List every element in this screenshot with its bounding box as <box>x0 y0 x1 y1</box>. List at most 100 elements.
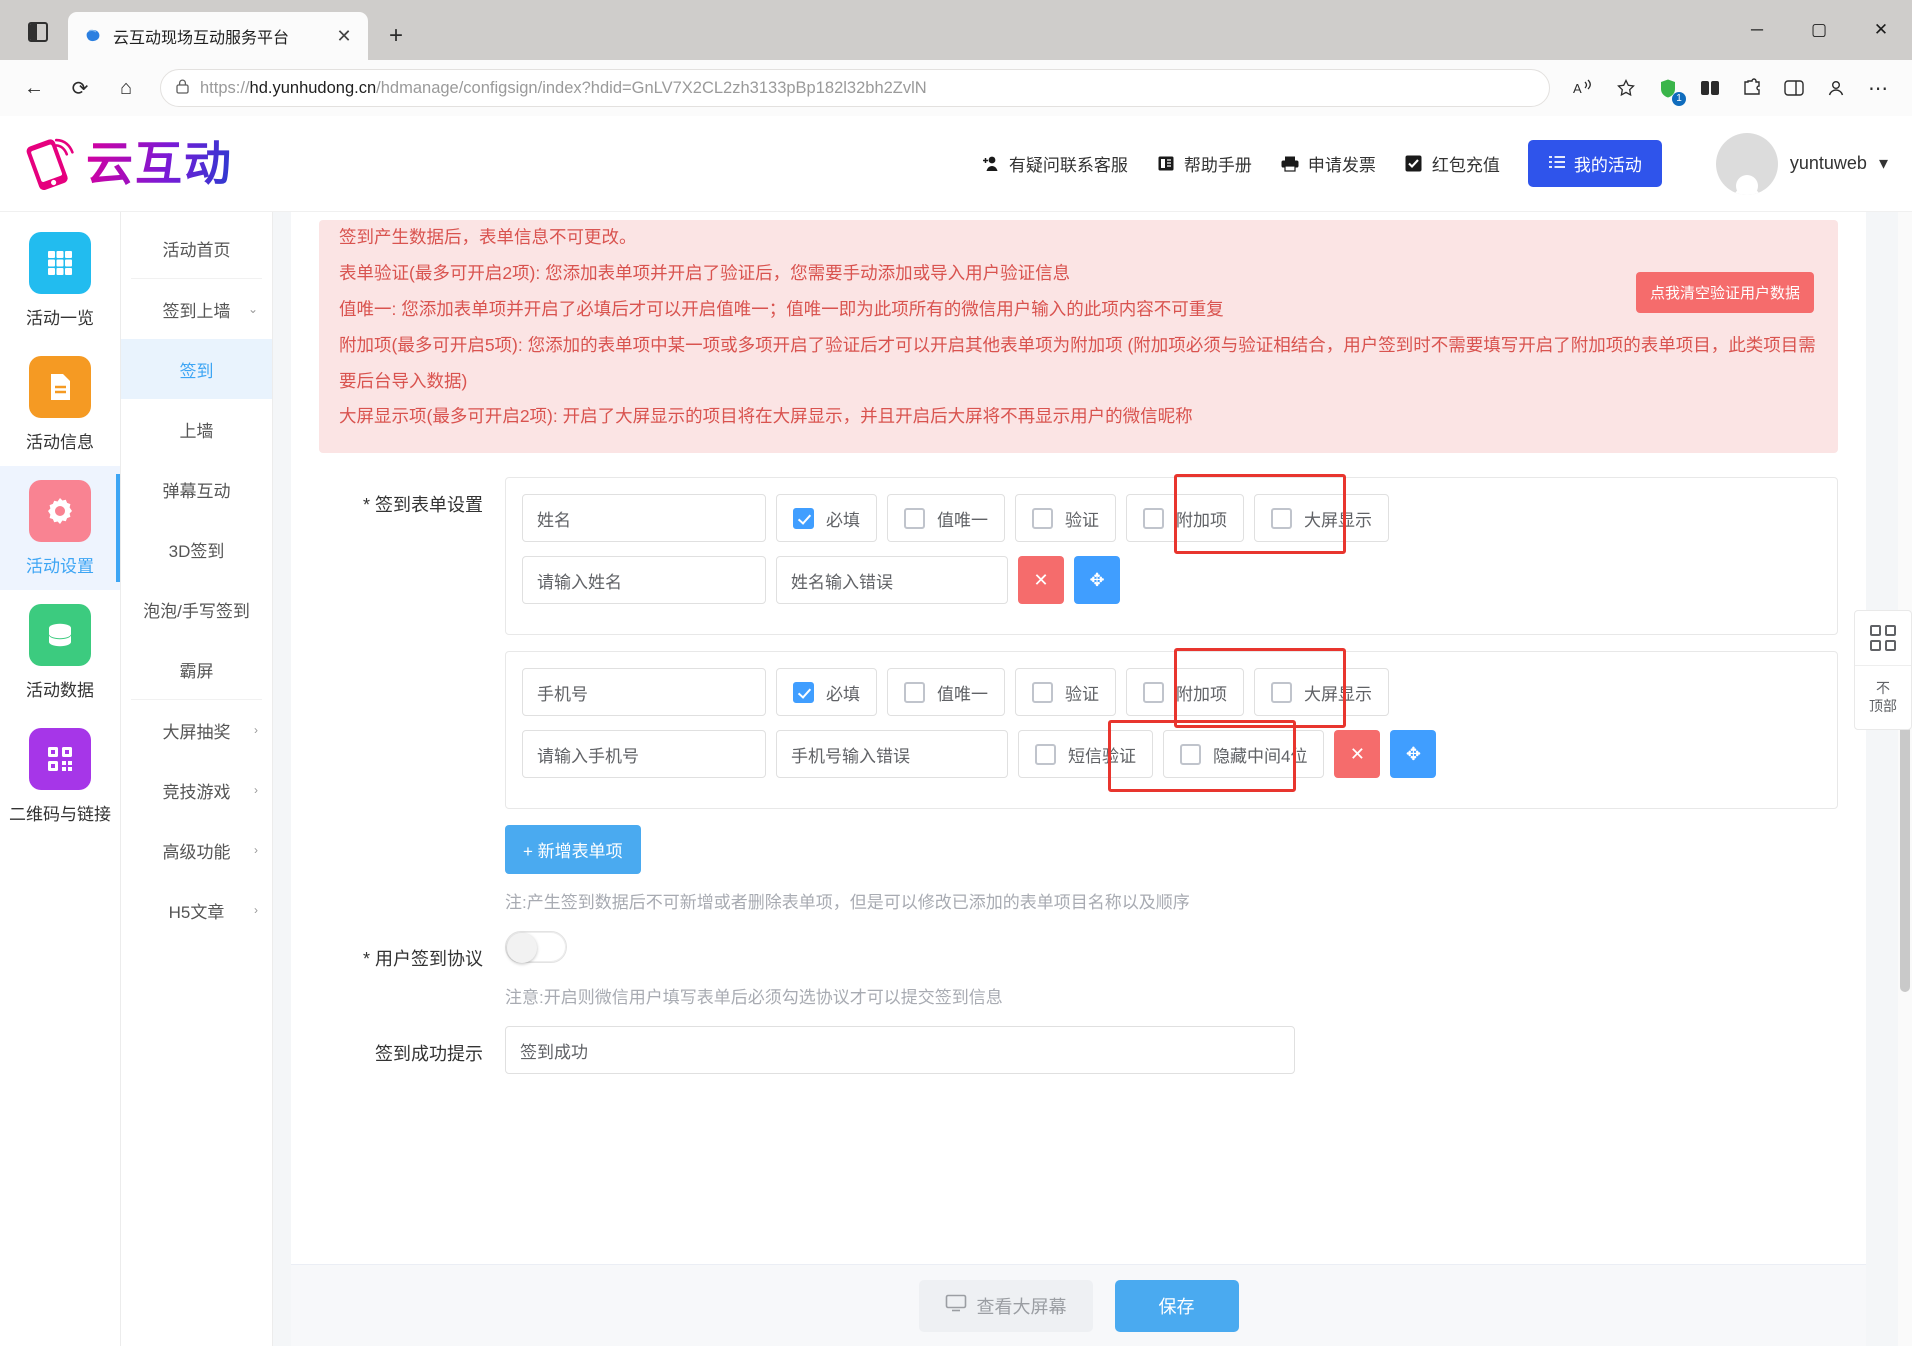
checkbox-unique-value[interactable]: 值唯一 <box>887 494 1005 542</box>
checkbox-extra-item[interactable]: 附加项 <box>1126 494 1244 542</box>
field-placeholder-input[interactable]: 请输入姓名 <box>522 556 766 604</box>
field-placeholder-input[interactable]: 请输入手机号 <box>522 730 766 778</box>
submenu-item-signin[interactable]: 签到 <box>121 339 272 399</box>
sidebar-item-activity-data[interactable]: 活动数据 <box>0 590 120 714</box>
checkbox-hide-middle-4-digits[interactable]: 隐藏中间4位 <box>1163 730 1324 778</box>
move-item-button[interactable]: ✥ <box>1390 730 1436 778</box>
checkbox-unique-value[interactable]: 值唯一 <box>887 668 1005 716</box>
header-nav-label: 红包充值 <box>1432 151 1500 176</box>
submenu-item-wall[interactable]: 上墙 <box>121 399 272 459</box>
field-error-message-input[interactable]: 姓名输入错误 <box>776 556 1008 604</box>
checkbox-bigscreen-display[interactable]: 大屏显示 <box>1254 494 1389 542</box>
submenu-label: 大屏抽奖 <box>163 718 231 743</box>
toolbar-right-icons: A 1 ⋯ <box>1564 68 1898 108</box>
header-nav-item-redpacket-recharge[interactable]: 红包充值 <box>1404 151 1500 176</box>
app-logo[interactable]: 云互动 <box>18 135 280 193</box>
header-nav-item-customer-service[interactable]: 有疑问联系客服 <box>981 151 1128 176</box>
header-nav-item-invoice[interactable]: 申请发票 <box>1280 151 1376 176</box>
page-scrollbar[interactable] <box>1898 212 1912 1346</box>
checkbox-verify[interactable]: 验证 <box>1015 668 1116 716</box>
submenu-item-advanced-features[interactable]: 高级功能 › <box>121 820 272 880</box>
window-close-button[interactable]: ✕ <box>1850 0 1912 60</box>
database-icon <box>29 604 91 666</box>
chevron-down-icon: ▾ <box>1879 153 1888 174</box>
field-name-input[interactable]: 手机号 <box>522 668 766 716</box>
document-icon <box>29 356 91 418</box>
my-activity-button[interactable]: 我的活动 <box>1528 140 1662 187</box>
delete-item-button[interactable]: ✕ <box>1018 556 1064 604</box>
browser-window: 云互动现场互动服务平台 ✕ + ─ ▢ ✕ ← ⟳ ⌂ https://hd.y… <box>0 0 1912 1346</box>
submenu-item-bubble-handwrite[interactable]: 泡泡/手写签到 <box>121 579 272 639</box>
save-button[interactable]: 保存 <box>1115 1280 1239 1332</box>
new-tab-button[interactable]: + <box>378 18 414 54</box>
shield-extension-icon[interactable]: 1 <box>1648 68 1688 108</box>
submenu-label: 签到上墙 <box>163 297 231 322</box>
checkbox-label: 短信验证 <box>1068 742 1136 767</box>
back-to-top-button[interactable]: 不 顶部 <box>1855 665 1911 729</box>
scrollbar-thumb[interactable] <box>1900 692 1910 992</box>
split-screen-icon[interactable] <box>1774 68 1814 108</box>
field-name-input[interactable]: 姓名 <box>522 494 766 542</box>
sidebar-item-activity-settings[interactable]: 活动设置 <box>0 466 120 590</box>
form-area: * 签到表单设置 姓名 必填 <box>291 453 1866 1074</box>
add-form-item-hint: 注:产生签到数据后不可新增或者删除表单项，但是可以修改已添加的表单项目名称以及顺… <box>505 888 1838 913</box>
sidebar-item-activity-info[interactable]: 活动信息 <box>0 342 120 466</box>
layout-grid-button[interactable] <box>1855 611 1911 665</box>
home-icon[interactable]: ⌂ <box>106 68 146 108</box>
sidebar-panel-icon <box>28 22 48 42</box>
checkbox-label: 附加项 <box>1176 680 1227 705</box>
submenu-item-signin-wall[interactable]: 签到上墙 ⌄ <box>121 279 272 339</box>
agreement-toggle[interactable] <box>505 931 567 963</box>
header-nav-item-help-manual[interactable]: 帮助手册 <box>1156 151 1252 176</box>
browser-tab[interactable]: 云互动现场互动服务平台 ✕ <box>68 12 368 60</box>
checkbox-verify[interactable]: 验证 <box>1015 494 1116 542</box>
window-maximize-button[interactable]: ▢ <box>1788 0 1850 60</box>
logo-text: 云互动 <box>86 140 233 187</box>
check-square-icon <box>1404 154 1424 174</box>
read-aloud-icon[interactable]: A <box>1564 68 1604 108</box>
add-user-icon <box>981 154 1001 174</box>
form-items-container: 姓名 必填 值唯一 <box>505 477 1838 913</box>
success-tip-body: 签到成功 <box>505 1026 1838 1074</box>
submenu-item-bigscreen-lottery[interactable]: 大屏抽奖 › <box>121 700 272 760</box>
floating-tools-panel: 不 顶部 <box>1854 610 1912 730</box>
shield-badge-count: 1 <box>1672 92 1686 106</box>
extensions-icon[interactable] <box>1732 68 1772 108</box>
checkbox-required[interactable]: 必填 <box>776 494 877 542</box>
add-form-item-button[interactable]: + 新增表单项 <box>505 825 641 874</box>
checkbox-bigscreen-display[interactable]: 大屏显示 <box>1254 668 1389 716</box>
footer-action-bar: 查看大屏幕 保存 <box>291 1264 1866 1346</box>
tab-actions-button[interactable] <box>16 10 60 54</box>
notice-line-2: 值唯一: 您添加表单项并开启了必填后才可以开启值唯一；值唯一即为此项所有的微信用… <box>339 292 1818 328</box>
favorites-add-icon[interactable] <box>1606 68 1646 108</box>
tab-close-icon[interactable]: ✕ <box>330 22 358 50</box>
checkbox-sms-verify[interactable]: 短信验证 <box>1018 730 1153 778</box>
reload-icon[interactable]: ⟳ <box>60 68 100 108</box>
view-bigscreen-button[interactable]: 查看大屏幕 <box>919 1280 1093 1332</box>
submenu-item-h5-article[interactable]: H5文章 › <box>121 880 272 940</box>
submenu-item-activity-home[interactable]: 活动首页 <box>121 218 272 278</box>
checkbox-extra-item[interactable]: 附加项 <box>1126 668 1244 716</box>
field-error-message-input[interactable]: 手机号输入错误 <box>776 730 1008 778</box>
sidebar-item-qrcode-links[interactable]: 二维码与链接 <box>0 714 120 838</box>
chevron-right-icon: › <box>254 903 258 917</box>
delete-item-button[interactable]: ✕ <box>1334 730 1380 778</box>
window-minimize-button[interactable]: ─ <box>1726 0 1788 60</box>
more-options-icon[interactable]: ⋯ <box>1858 68 1898 108</box>
address-bar[interactable]: https://hd.yunhudong.cn/hdmanage/configs… <box>160 69 1550 107</box>
submenu-item-competitive-games[interactable]: 竞技游戏 › <box>121 760 272 820</box>
header-nav-label: 有疑问联系客服 <box>1009 151 1128 176</box>
submenu-item-3d-signin[interactable]: 3D签到 <box>121 519 272 579</box>
submenu-item-danmaku[interactable]: 弹幕互动 <box>121 459 272 519</box>
my-activity-label: 我的活动 <box>1574 151 1642 176</box>
user-menu[interactable]: yuntuweb ▾ <box>1716 133 1888 195</box>
sidebar-item-activity-list[interactable]: 活动一览 <box>0 218 120 342</box>
collections-icon[interactable] <box>1690 68 1730 108</box>
clear-verified-users-button[interactable]: 点我清空验证用户数据 <box>1636 272 1814 313</box>
move-item-button[interactable]: ✥ <box>1074 556 1120 604</box>
submenu-item-screen-takeover[interactable]: 霸屏 <box>121 639 272 699</box>
profile-icon[interactable] <box>1816 68 1856 108</box>
checkbox-required[interactable]: 必填 <box>776 668 877 716</box>
back-icon[interactable]: ← <box>14 68 54 108</box>
success-tip-input[interactable]: 签到成功 <box>505 1026 1295 1074</box>
